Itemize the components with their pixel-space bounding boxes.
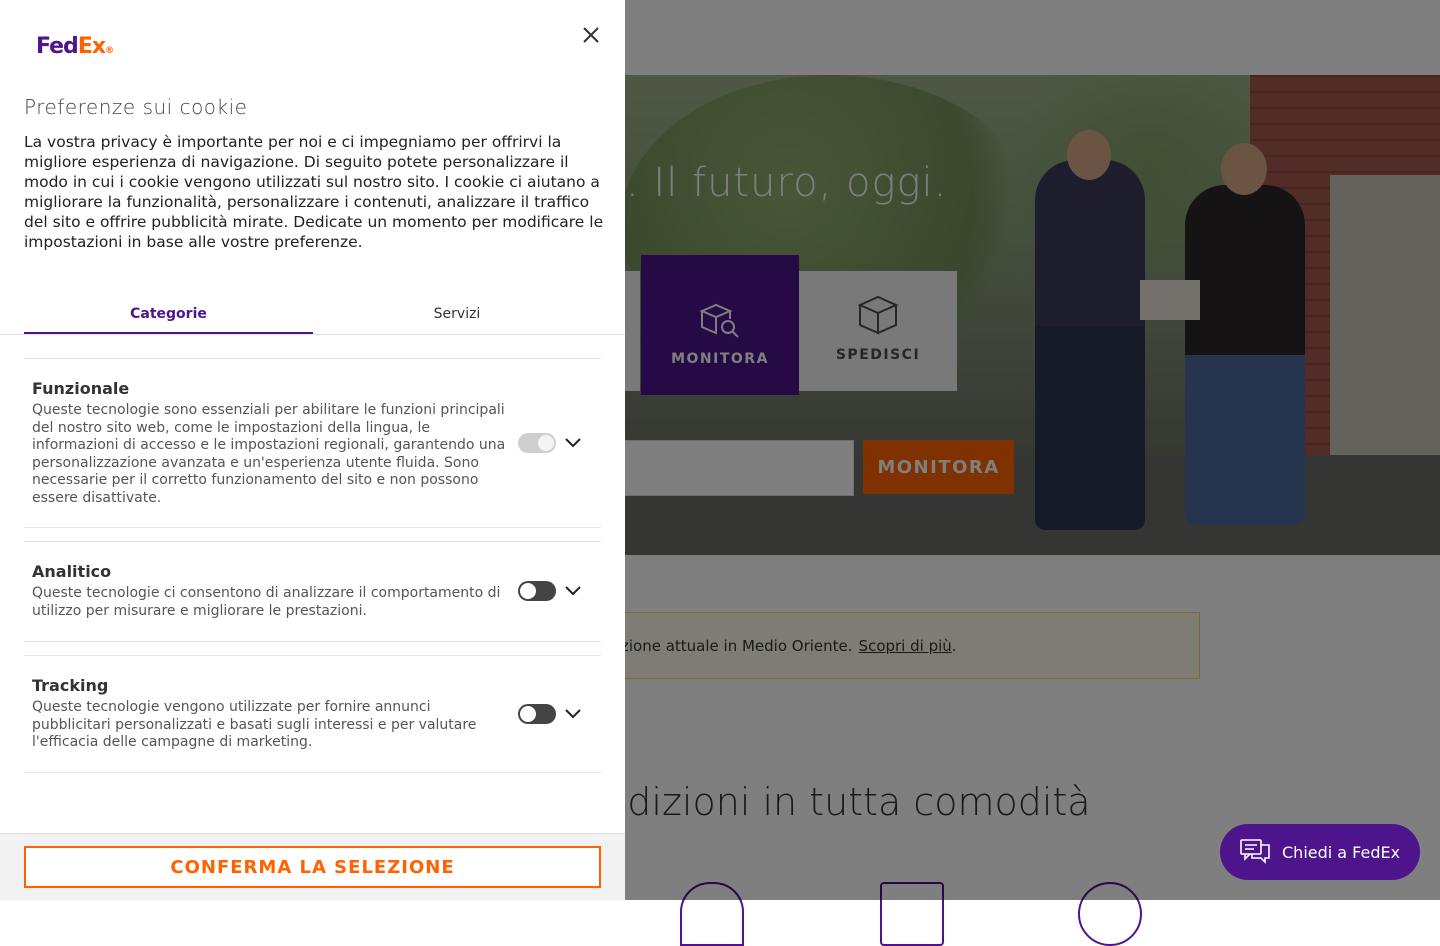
category-description: Queste tecnologie sono essenziali per ab…	[32, 402, 506, 506]
panel-description: La vostra privacy è importante per noi e…	[24, 133, 604, 251]
cookie-category-list: Funzionale Queste tecnologie sono essenz…	[24, 358, 601, 773]
chat-button[interactable]: Chiedi a FedEx	[1220, 824, 1420, 880]
confirm-selection-button[interactable]: CONFERMA LA SELEZIONE	[24, 846, 601, 888]
toggle-analitico[interactable]	[518, 581, 556, 601]
chat-icon	[1240, 839, 1270, 864]
category-analitico: Analitico Queste tecnologie ci consenton…	[24, 541, 601, 642]
fedex-logo: FedEx®	[36, 34, 115, 59]
tab-bar: Categorie Servizi	[0, 296, 625, 335]
category-funzionale: Funzionale Queste tecnologie sono essenz…	[24, 358, 601, 528]
category-title: Funzionale	[32, 379, 130, 398]
chevron-down-icon[interactable]	[564, 437, 582, 449]
toggle-tracking[interactable]	[518, 704, 556, 724]
panel-title: Preferenze sui cookie	[24, 95, 248, 119]
category-description: Queste tecnologie ci consentono di anali…	[32, 585, 501, 619]
chevron-down-icon[interactable]	[564, 708, 582, 720]
category-title: Tracking	[32, 676, 109, 695]
panel-footer: CONFERMA LA SELEZIONE	[0, 833, 625, 901]
chevron-down-icon[interactable]	[564, 585, 582, 597]
category-description: Queste tecnologie vengono utilizzate per…	[32, 699, 477, 750]
category-tracking: Tracking Queste tecnologie vengono utili…	[24, 655, 601, 773]
toggle-funzionale	[518, 433, 556, 453]
chat-label: Chiedi a FedEx	[1282, 842, 1401, 862]
tab-servizi[interactable]: Servizi	[313, 296, 601, 332]
tab-categorie[interactable]: Categorie	[24, 296, 313, 334]
close-icon[interactable]	[578, 22, 604, 48]
cookie-preferences-panel: FedEx® Preferenze sui cookie La vostra p…	[0, 0, 625, 901]
category-title: Analitico	[32, 562, 112, 581]
